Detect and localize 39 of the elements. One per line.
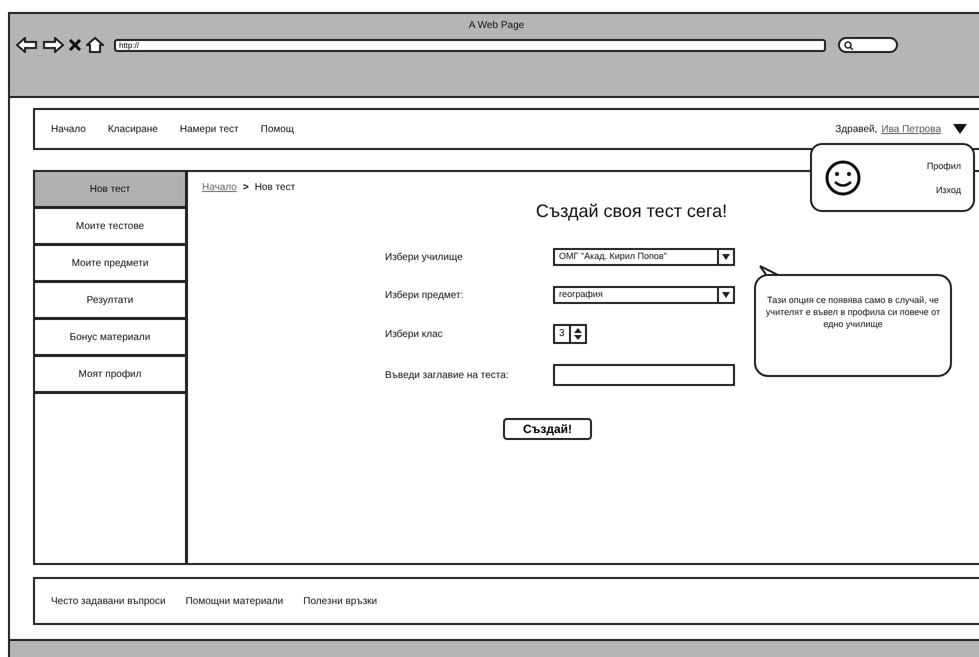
breadcrumb-link[interactable]: Начало bbox=[202, 182, 237, 193]
footer-link[interactable]: Помощни материали bbox=[186, 596, 284, 606]
number-spinner[interactable]: 3 bbox=[553, 324, 587, 344]
caret-icon bbox=[722, 254, 730, 260]
footer-link[interactable]: Полезни връзки bbox=[303, 596, 378, 606]
menu-item[interactable]: Изход bbox=[936, 184, 961, 194]
field-label: Избери училище bbox=[385, 252, 463, 262]
nav-link[interactable]: Начало bbox=[51, 124, 86, 134]
menu-item[interactable]: Профил bbox=[926, 160, 961, 170]
greeting-text: Здравей, bbox=[835, 124, 878, 134]
close-icon[interactable] bbox=[68, 38, 82, 52]
field-label: Избери предмет: bbox=[385, 290, 464, 300]
address-field[interactable]: http:// bbox=[114, 38, 826, 52]
nav-link[interactable]: Помощ bbox=[260, 124, 294, 134]
user-link[interactable]: Ива Петрова bbox=[881, 124, 941, 134]
smiley-icon bbox=[824, 158, 862, 196]
create-button[interactable]: Създай! bbox=[503, 418, 592, 440]
up-down-icon bbox=[574, 328, 582, 340]
footer-link[interactable]: Често задавани въпроси bbox=[51, 596, 166, 606]
search-icon bbox=[844, 40, 853, 50]
breadcrumb-separator: > bbox=[242, 182, 249, 193]
home-icon[interactable] bbox=[86, 37, 104, 53]
tooltip: Тази опция се появява само в случай, че учителят е въвел в профила си повече от едно училище bbox=[754, 274, 952, 377]
dropdown[interactable]: география bbox=[553, 286, 735, 304]
nav-link[interactable]: Класиране bbox=[108, 124, 158, 134]
input-field[interactable] bbox=[553, 364, 735, 386]
caret-icon bbox=[722, 292, 730, 298]
search-field[interactable] bbox=[838, 37, 898, 53]
dropdown-icon[interactable] bbox=[953, 124, 967, 134]
sidebar-item[interactable]: Нов тест bbox=[35, 172, 185, 209]
forward-icon[interactable] bbox=[42, 37, 64, 53]
page-heading: Създай своя тест сега! bbox=[534, 201, 728, 222]
field-label: Въведи заглавие на теста: bbox=[385, 370, 509, 380]
window-title: A Web Page bbox=[468, 20, 524, 31]
nav-link[interactable]: Намери тест bbox=[180, 124, 239, 134]
back-icon[interactable] bbox=[16, 37, 38, 53]
breadcrumb-current: Нов тест bbox=[254, 182, 296, 193]
field-label: Избери клас bbox=[385, 328, 443, 340]
dropdown[interactable]: ОМГ "Акад. Кирил Попов" bbox=[553, 248, 735, 266]
